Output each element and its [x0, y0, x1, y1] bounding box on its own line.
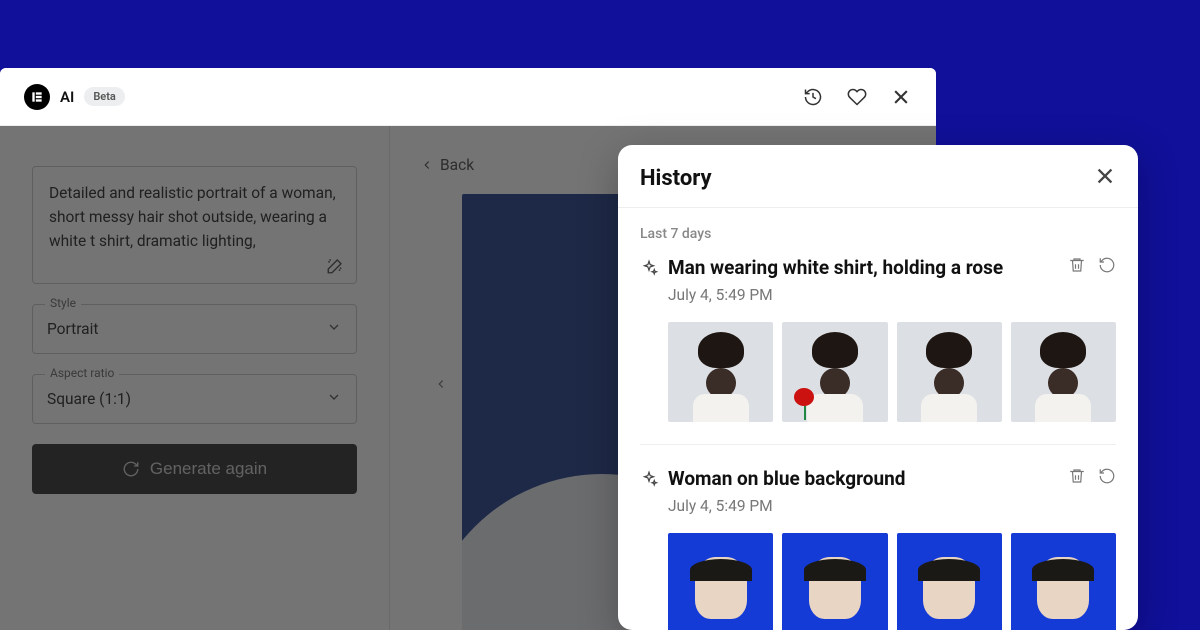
thumbnail-row: [668, 322, 1116, 422]
history-thumbnail[interactable]: [782, 322, 887, 422]
history-close-button[interactable]: [1094, 165, 1116, 191]
history-thumbnail[interactable]: [668, 533, 773, 630]
history-entry: Man wearing white shirt, holding a rose …: [640, 256, 1116, 445]
delete-icon[interactable]: [1068, 256, 1086, 278]
history-entry-time: July 4, 5:49 PM: [668, 286, 1058, 304]
delete-icon[interactable]: [1068, 467, 1086, 489]
history-thumbnail[interactable]: [897, 533, 1002, 630]
app-logo-icon: [24, 84, 50, 110]
history-body: Last 7 days Man wearing white shirt, hol…: [618, 208, 1138, 630]
history-icon[interactable]: [802, 86, 824, 108]
app-header: AI Beta: [0, 68, 936, 126]
history-header: History: [618, 145, 1138, 208]
heart-icon[interactable]: [846, 86, 868, 108]
history-thumbnail[interactable]: [1011, 533, 1116, 630]
close-icon[interactable]: [890, 86, 912, 108]
app-name: AI: [60, 88, 74, 106]
history-title: History: [640, 166, 712, 191]
history-panel: History Last 7 days Man wearing white sh…: [618, 145, 1138, 630]
history-entry-title[interactable]: Woman on blue background: [668, 467, 1058, 491]
restore-icon[interactable]: [1098, 467, 1116, 489]
history-entry: Woman on blue background July 4, 5:49 PM: [640, 467, 1116, 630]
close-icon: [1094, 165, 1116, 187]
history-entry-time: July 4, 5:49 PM: [668, 497, 1058, 515]
history-entry-title[interactable]: Man wearing white shirt, holding a rose: [668, 256, 1058, 280]
beta-badge: Beta: [84, 87, 125, 106]
history-section-label: Last 7 days: [640, 226, 1116, 242]
history-thumbnail[interactable]: [782, 533, 887, 630]
history-thumbnail[interactable]: [1011, 322, 1116, 422]
restore-icon[interactable]: [1098, 256, 1116, 278]
thumbnail-row: [668, 533, 1116, 630]
sparkle-icon: [640, 259, 658, 277]
history-thumbnail[interactable]: [897, 322, 1002, 422]
sparkle-icon: [640, 470, 658, 488]
history-thumbnail[interactable]: [668, 322, 773, 422]
